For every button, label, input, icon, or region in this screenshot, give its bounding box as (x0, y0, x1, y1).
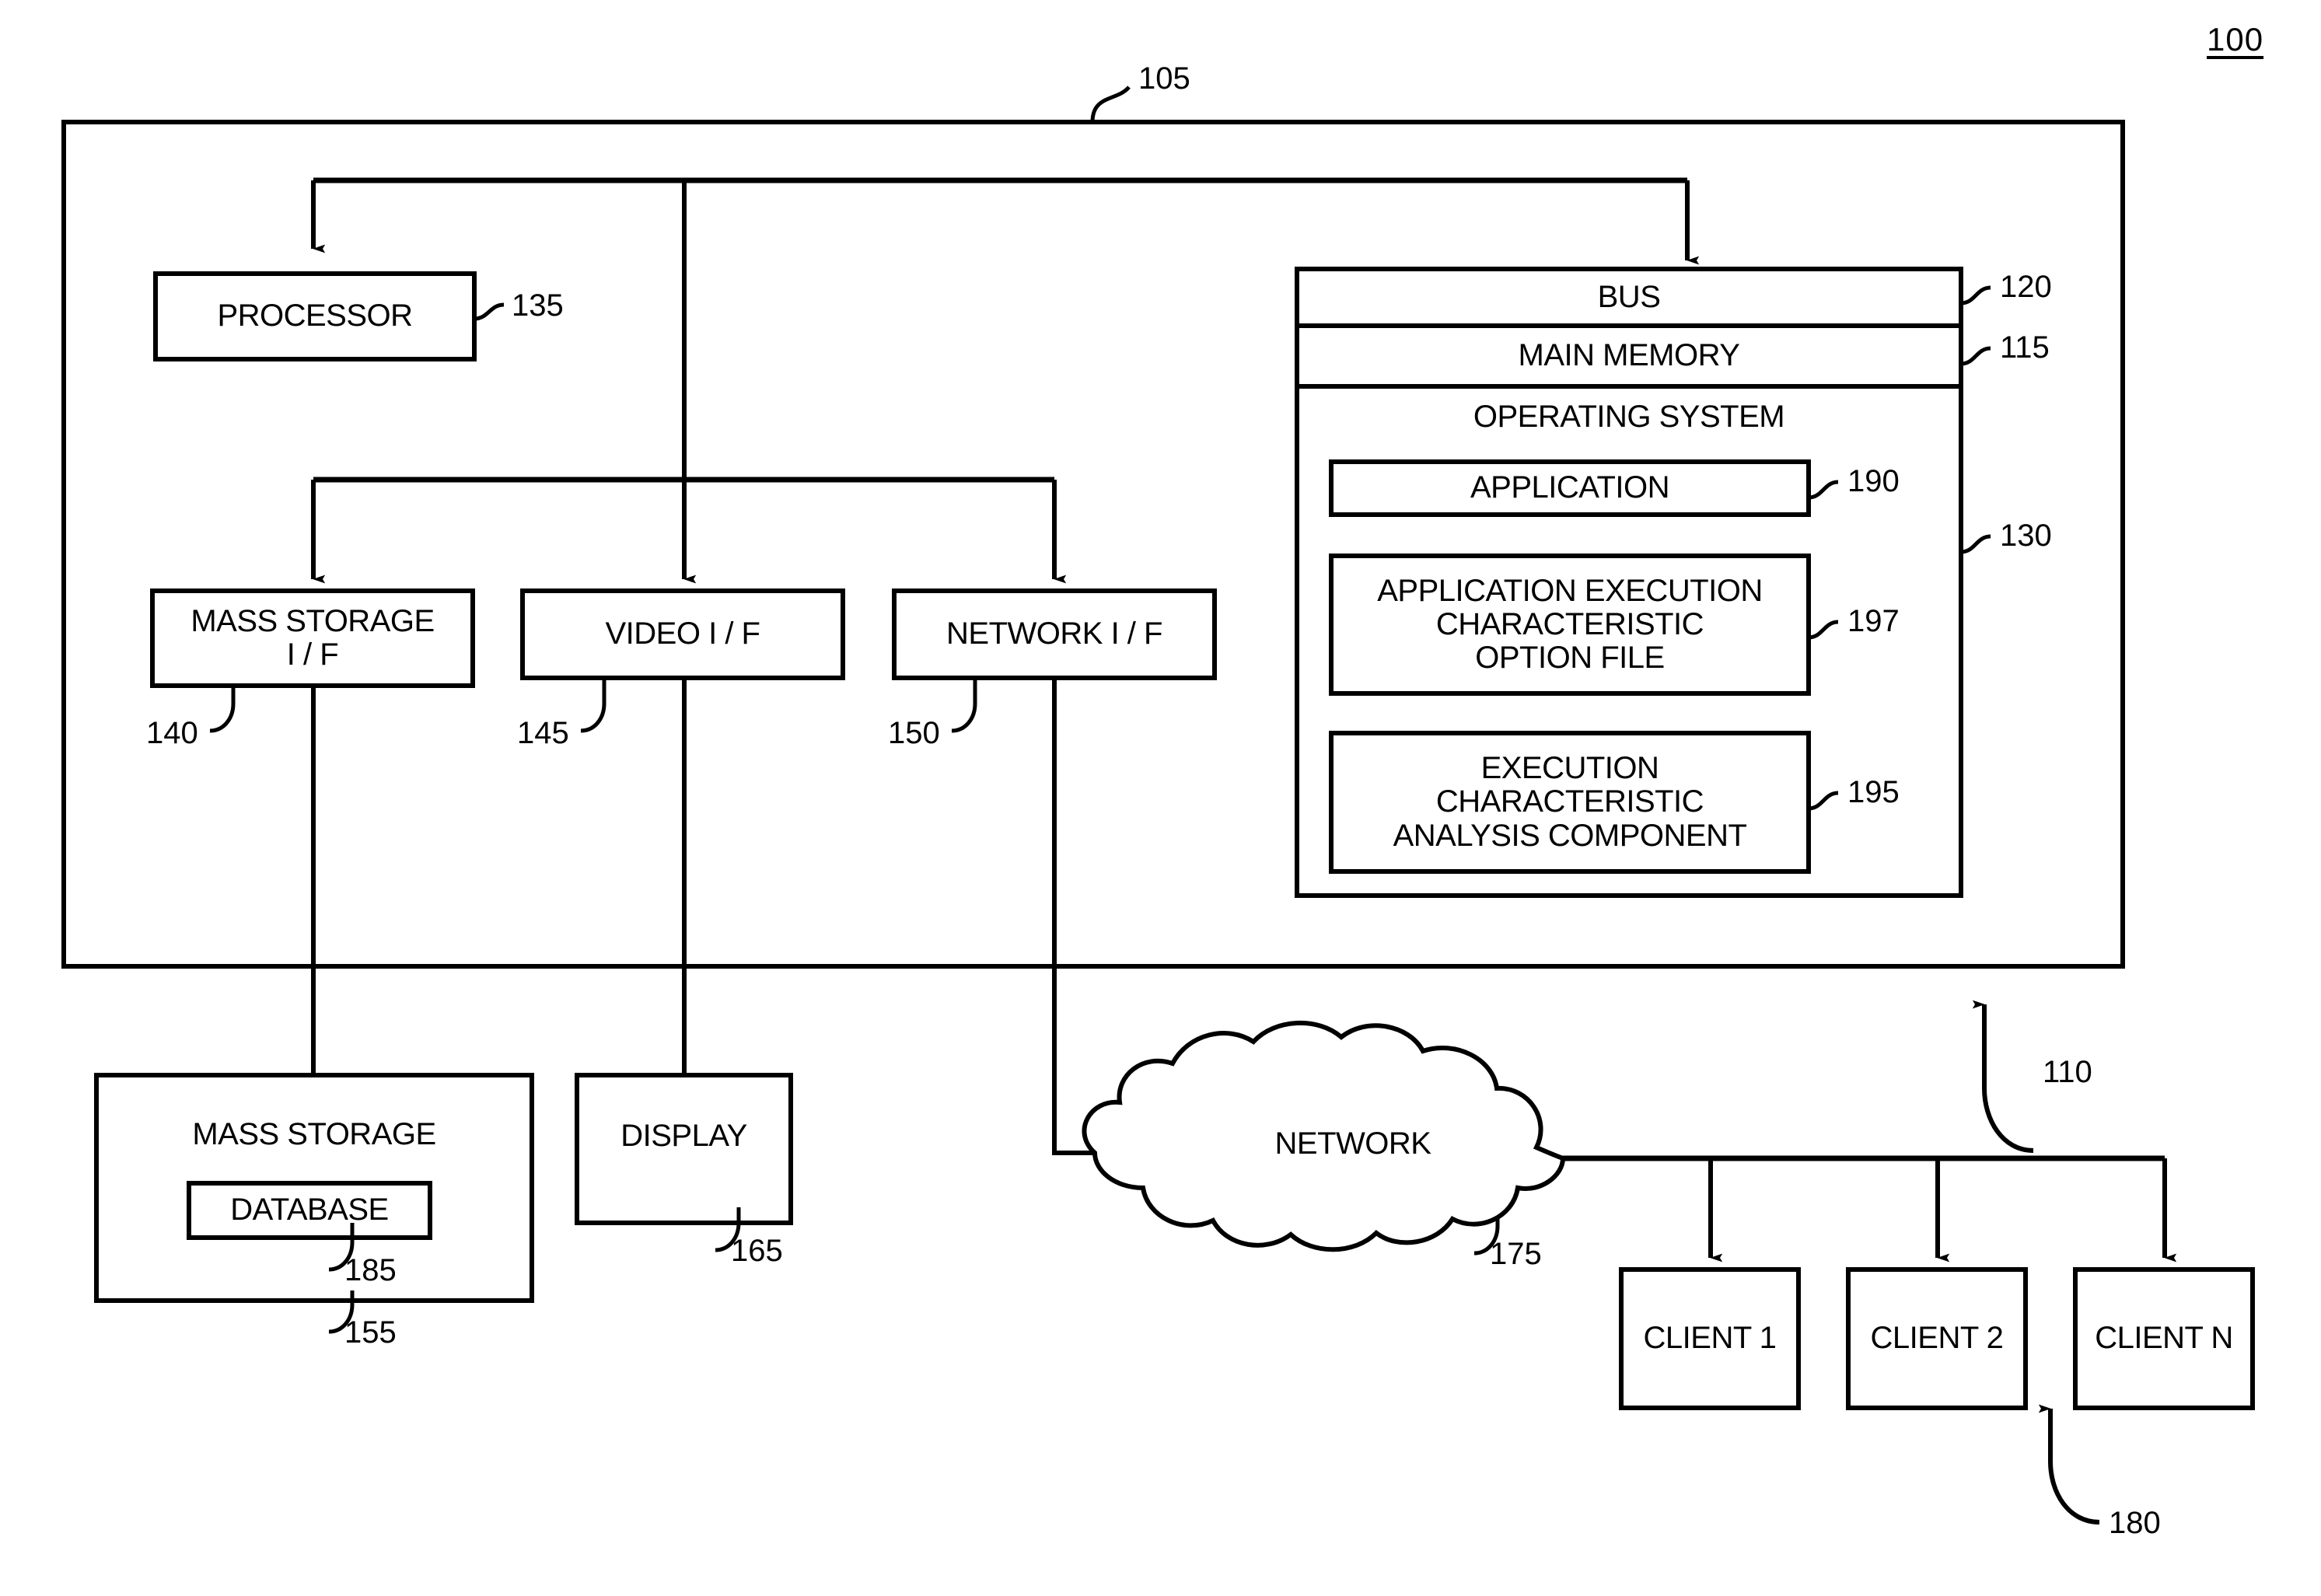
leader-105 (1090, 86, 1131, 123)
network-if-label: NETWORK I / F (946, 616, 1162, 651)
ref-network-if: 150 (888, 716, 940, 750)
ref-bus: 120 (2000, 270, 2052, 304)
leader-150 (951, 678, 977, 733)
option-file-label: APPLICATION EXECUTION CHARACTERISTIC OPT… (1377, 573, 1763, 676)
analysis-component-label: EXECUTION CHARACTERISTIC ANALYSIS COMPON… (1393, 751, 1747, 853)
ref-server: 110 (2043, 1055, 2092, 1089)
processor-label: PROCESSOR (217, 299, 413, 334)
ref-display: 165 (731, 1234, 783, 1268)
leader-140 (209, 686, 236, 733)
ref-application: 190 (1847, 464, 1900, 498)
ref-option-file: 197 (1847, 604, 1900, 638)
patent-figure: 100 105 PROCESSOR 135 MASS STORAGE I / F… (0, 0, 2321, 1596)
leader-180 (2038, 1404, 2100, 1524)
leader-115 (1960, 346, 1991, 366)
leader-190 (1808, 480, 1839, 500)
video-if-label: VIDEO I / F (605, 616, 760, 651)
leader-110 (1972, 1000, 2034, 1153)
leader-195 (1808, 791, 1839, 811)
display-label: DISPLAY (620, 1119, 747, 1153)
mass-storage-if-label: MASS STORAGE I / F (191, 603, 435, 672)
main-memory-label: MAIN MEMORY (1518, 338, 1740, 373)
mass-storage-label: MASS STORAGE (192, 1117, 436, 1151)
network-label: NETWORK (1274, 1126, 1431, 1161)
ref-main-memory: 115 (2000, 330, 2050, 365)
operating-system-label: OPERATING SYSTEM (1473, 400, 1785, 435)
ref-processor: 135 (512, 288, 564, 323)
ref-mass-storage: 155 (344, 1315, 397, 1350)
leader-197 (1808, 620, 1839, 640)
database-label: DATABASE (230, 1193, 389, 1228)
ref-network: 175 (1490, 1237, 1542, 1271)
leader-120 (1960, 285, 1991, 306)
leader-130 (1960, 534, 1991, 554)
client-n-label: CLIENT N (2095, 1321, 2233, 1356)
client-1-label: CLIENT 1 (1643, 1321, 1777, 1356)
ref-analysis-component: 195 (1847, 775, 1900, 809)
leader-145 (580, 678, 606, 733)
ref-mass-storage-if: 140 (146, 716, 198, 750)
application-label: APPLICATION (1470, 470, 1670, 505)
ref-system-outer: 105 (1138, 61, 1190, 96)
line-network-if-to-cloud (1052, 678, 1095, 1155)
client-2-label: CLIENT 2 (1870, 1321, 2004, 1356)
figure-number: 100 (2207, 21, 2264, 58)
ref-video-if: 145 (517, 716, 569, 750)
ref-operating-system: 130 (2000, 519, 2052, 553)
system-boundary-rect (61, 120, 2125, 969)
ref-clients: 180 (2109, 1506, 2161, 1540)
bus-label: BUS (1597, 279, 1661, 314)
leader-135 (474, 302, 505, 321)
ref-database: 185 (344, 1253, 397, 1287)
